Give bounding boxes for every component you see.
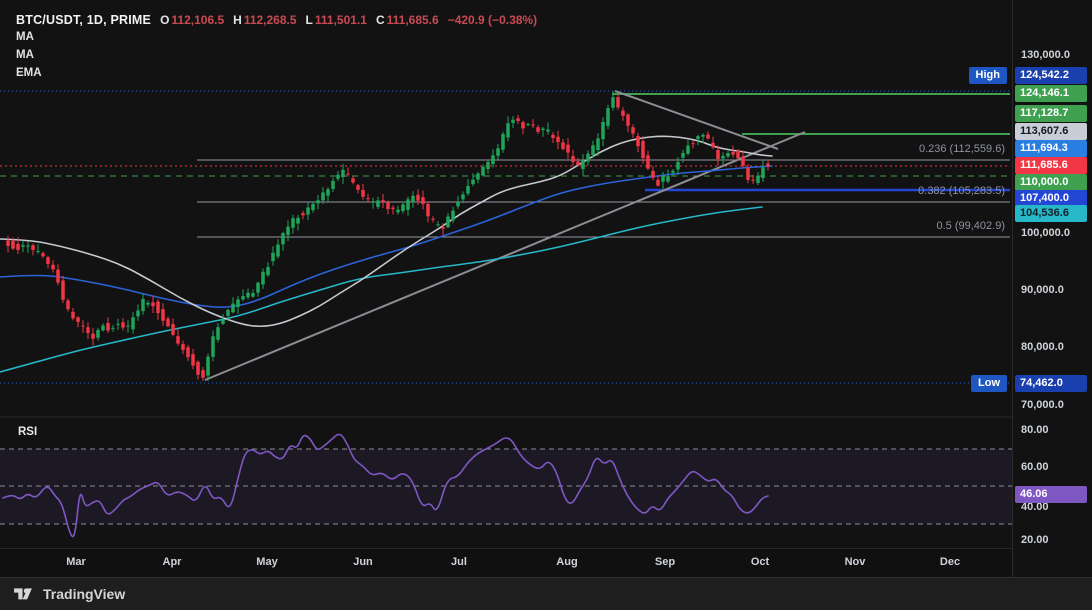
price-axis-tag: 113,607.6: [1015, 123, 1087, 140]
high-value: 112,268.5: [244, 13, 297, 27]
rsi-axis-tick: 60.00: [1021, 460, 1049, 474]
chart-area[interactable]: BTC/USDT, 1D, PRIME O 112,106.5 H 112,26…: [0, 0, 1092, 577]
legend: BTC/USDT, 1D, PRIME O 112,106.5 H 112,26…: [16, 13, 537, 81]
month-label-nov: Nov: [845, 556, 866, 568]
open-value: 112,106.5: [171, 13, 224, 27]
close-label: C: [376, 13, 385, 27]
indicator-label-ma2[interactable]: MA: [16, 48, 537, 63]
change-value: −420.9 (−0.38%): [448, 13, 537, 27]
price-axis-tick: 130,000.0: [1021, 48, 1070, 62]
footer-bar: TradingView: [0, 577, 1092, 610]
tradingview-logo-icon[interactable]: [14, 586, 36, 603]
fib-level-label-0382: 0.382 (105,283.5): [765, 185, 1005, 198]
month-label-sep: Sep: [655, 556, 675, 568]
indicator-label-ma1[interactable]: MA: [16, 30, 537, 45]
high-tag: High: [969, 67, 1007, 84]
month-label-aug: Aug: [556, 556, 577, 568]
low-label: L: [306, 13, 313, 27]
price-axis[interactable]: 130,000.0 100,000.0 90,000.0 80,000.0 70,000…: [1012, 0, 1092, 577]
time-axis[interactable]: Mar Apr May Jun Jul Aug Sep Oct Nov Dec: [0, 548, 1012, 577]
price-axis-tick: 90,000.0: [1021, 283, 1064, 297]
month-label-dec: Dec: [940, 556, 960, 568]
symbol-title[interactable]: BTC/USDT, 1D, PRIME: [16, 13, 151, 27]
price-axis-tick: 80,000.0: [1021, 340, 1064, 354]
price-axis-tag: 110,000.0: [1015, 174, 1087, 191]
price-axis-tag: 111,694.3: [1015, 140, 1087, 157]
low-value: 111,501.1: [315, 13, 367, 27]
indicator-label-ema[interactable]: EMA: [16, 66, 537, 81]
rsi-axis-tick: 80.00: [1021, 423, 1049, 437]
month-label-jun: Jun: [353, 556, 373, 568]
low-tag: Low: [971, 375, 1007, 392]
price-axis-tag: 107,400.0: [1015, 190, 1087, 207]
chart-canvas[interactable]: [0, 0, 1012, 548]
rsi-axis-tick: 20.00: [1021, 533, 1049, 547]
fib-level-label-0236: 0.236 (112,559.6): [765, 143, 1005, 156]
price-axis-tick: 100,000.0: [1021, 226, 1070, 240]
tradingview-brand[interactable]: TradingView: [43, 586, 125, 602]
open-label: O: [160, 13, 169, 27]
rsi-value-tag: 46.06: [1015, 486, 1087, 503]
price-axis-tag: 104,536.6: [1015, 205, 1087, 222]
rsi-indicator-label[interactable]: RSI: [18, 426, 37, 438]
price-axis-tag: 111,685.6: [1015, 157, 1087, 174]
month-label-jul: Jul: [451, 556, 467, 568]
month-label-may: May: [256, 556, 277, 568]
close-value: 111,685.6: [387, 13, 439, 27]
high-label: H: [233, 13, 242, 27]
price-axis-tag: 74,462.0: [1015, 375, 1087, 392]
month-label-oct: Oct: [751, 556, 769, 568]
month-label-apr: Apr: [163, 556, 182, 568]
tradingview-chart-window: BTC/USDT, 1D, PRIME O 112,106.5 H 112,26…: [0, 0, 1092, 610]
price-axis-tag: 124,146.1: [1015, 85, 1087, 102]
price-axis-tick: 70,000.0: [1021, 398, 1064, 412]
month-label-mar: Mar: [66, 556, 86, 568]
price-axis-tag: 117,128.7: [1015, 105, 1087, 122]
ohlc-row: BTC/USDT, 1D, PRIME O 112,106.5 H 112,26…: [16, 13, 537, 27]
fib-level-label-05: 0.5 (99,402.9): [765, 220, 1005, 233]
price-axis-tag: 124,542.2: [1015, 67, 1087, 84]
